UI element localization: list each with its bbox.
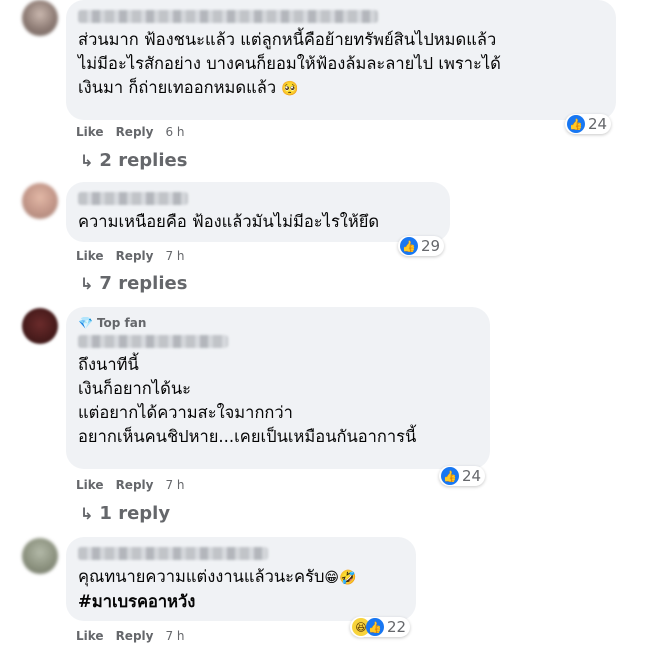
avatar[interactable] [22,183,58,219]
commenter-name[interactable] [78,192,188,205]
like-button[interactable]: Like [76,629,104,643]
view-replies-button[interactable]: ↳ 2 replies [80,150,187,171]
comment-bubble: คุณทนายความแต่งงานแล้วนะครับ😁🤣 #มาเบรคอา… [66,537,416,621]
thumbs-up-icon: 👍 [567,115,585,133]
top-fan-badge: 💎 Top fan [78,315,478,331]
reaction-count: 24 [462,467,482,485]
comment-emoji: 🥺 [281,81,299,97]
reply-button[interactable]: Reply [116,125,154,139]
comment-actions: Like Reply 7 h [76,249,197,263]
comment-time[interactable]: 7 h [165,249,184,263]
comment-actions: Like Reply 6 h [76,125,197,139]
reply-arrow-icon: ↳ [80,274,94,293]
reaction-count: 22 [387,618,407,636]
commenter-name[interactable] [78,335,228,348]
reply-button[interactable]: Reply [116,629,154,643]
reaction-count-badge[interactable]: 👍 29 [398,236,445,256]
thumbs-up-icon: 👍 [441,467,459,485]
comment-emoji: 😁🤣 [324,570,357,586]
like-button[interactable]: Like [76,249,104,263]
commenter-name[interactable] [78,10,378,23]
comment-bubble: ส่วนมาก ฟ้องชนะแล้ว แต่ลูกหนี้คือย้ายทรั… [66,0,616,120]
reaction-count-badge[interactable]: 👍 24 [439,466,486,486]
thumbs-up-icon: 👍 [366,618,384,636]
comment-text: ความเหนือยคือ ฟ้องแล้วมันไม่มีอะไรให้ยึด [78,212,380,231]
comment-actions: Like Reply 7 h [76,478,197,492]
avatar[interactable] [22,538,58,574]
reply-arrow-icon: ↳ [80,504,94,523]
replies-count: 2 replies [99,150,188,171]
view-replies-button[interactable]: ↳ 7 replies [80,273,187,294]
reaction-count-badge[interactable]: 👍 24 [565,114,612,134]
avatar[interactable] [22,308,58,344]
replies-count: 7 replies [99,273,188,294]
comment-time[interactable]: 7 h [165,629,184,643]
comment-text: คุณทนายความแต่งงานแล้วนะครับ [78,567,325,586]
reaction-count-badge[interactable]: 😆 👍 22 [350,617,411,637]
comment-time[interactable]: 6 h [165,125,184,139]
replies-count: 1 reply [99,503,171,524]
comment-actions: Like Reply 7 h [76,629,197,643]
thumbs-up-icon: 👍 [400,237,418,255]
commenter-name[interactable] [78,547,268,560]
reply-button[interactable]: Reply [116,478,154,492]
comment-bubble: ความเหนือยคือ ฟ้องแล้วมันไม่มีอะไรให้ยึด [66,182,450,242]
reaction-count: 24 [588,115,608,133]
hashtag-link[interactable]: #มาเบรคอาหวัง [78,590,404,614]
comment-bubble: 💎 Top fan ถึงนาทีนี้ เงินก็อยากได้นะ แต่… [66,307,490,469]
comment-text: ถึงนาทีนี้ เงินก็อยากได้นะ แต่อยากได้ควา… [78,355,417,446]
top-fan-label: Top fan [96,316,147,330]
like-button[interactable]: Like [76,125,104,139]
avatar[interactable] [22,0,58,36]
view-replies-button[interactable]: ↳ 1 reply [80,503,170,524]
reply-arrow-icon: ↳ [80,151,94,170]
like-button[interactable]: Like [76,478,104,492]
reply-button[interactable]: Reply [116,249,154,263]
reaction-count: 29 [421,237,441,255]
diamond-icon: 💎 [78,316,93,330]
comment-time[interactable]: 7 h [165,478,184,492]
